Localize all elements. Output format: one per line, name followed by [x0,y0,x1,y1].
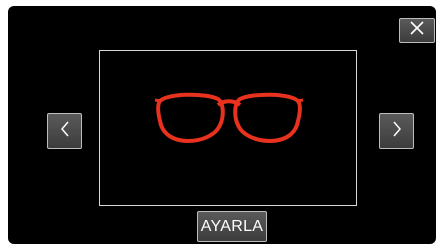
chevron-left-icon [59,120,71,143]
effect-preview [99,50,357,206]
previous-button[interactable] [47,113,82,149]
set-button[interactable]: AYARLA [197,211,267,242]
set-button-label: AYARLA [200,217,264,235]
chevron-right-icon [391,120,403,143]
close-button[interactable] [399,18,435,43]
close-icon [408,20,426,41]
next-button[interactable] [379,113,414,149]
camera-screen: AYARLA [8,6,436,244]
glasses-icon [154,87,304,152]
